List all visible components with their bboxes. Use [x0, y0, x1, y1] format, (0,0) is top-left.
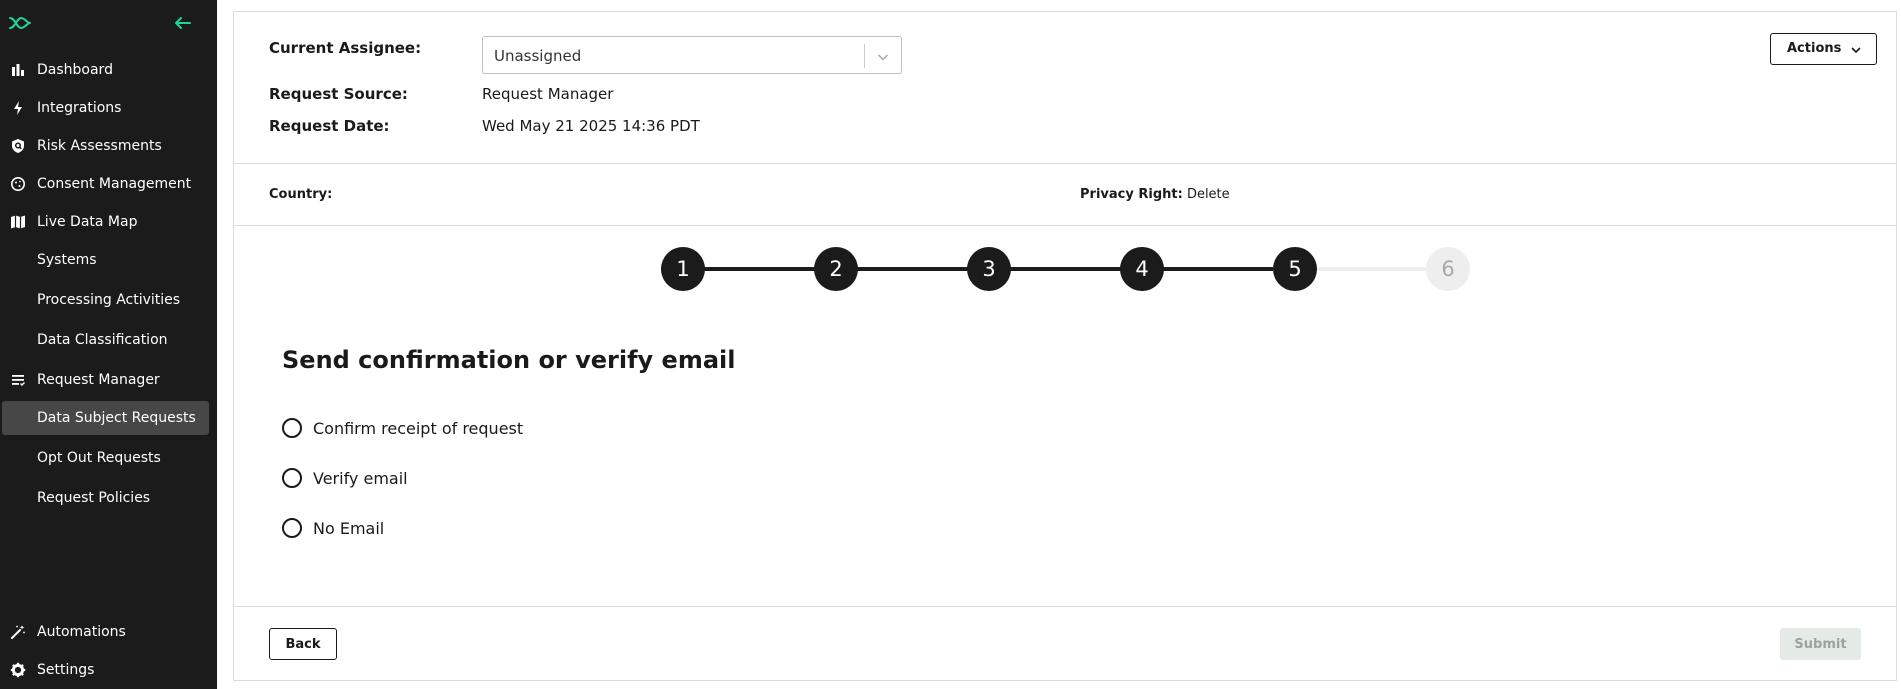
radio-label[interactable]: No Email	[313, 519, 384, 538]
sidebar-item-live-data-map[interactable]: Live Data Map	[0, 205, 217, 239]
form-footer: Back Submit	[234, 606, 1896, 680]
sidebar-item-label: Processing Activities	[37, 292, 181, 308]
sidebar-item-request-policies[interactable]: Request Policies	[0, 481, 217, 515]
sidebar-item-data-subject-requests[interactable]: Data Subject Requests	[2, 401, 209, 435]
sidebar-item-automations[interactable]: Automations	[0, 615, 217, 649]
map-icon	[10, 214, 26, 230]
request-source-value: Request Manager	[482, 85, 614, 103]
radio-label[interactable]: Confirm receipt of request	[313, 419, 523, 438]
request-date-value: Wed May 21 2025 14:36 PDT	[482, 117, 700, 135]
assignee-label: Current Assignee:	[269, 39, 422, 57]
arrow-left-icon[interactable]	[174, 15, 192, 31]
sidebar-item-opt-out-requests[interactable]: Opt Out Requests	[0, 441, 217, 475]
sidebar-item-settings[interactable]: Settings	[0, 653, 217, 687]
step-title: Send confirmation or verify email	[282, 346, 736, 374]
cookie-icon	[10, 176, 26, 192]
radio-button[interactable]	[282, 468, 302, 488]
sidebar-item-label: Opt Out Requests	[37, 450, 161, 466]
sidebar-header	[0, 0, 217, 46]
request-date-label: Request Date:	[269, 117, 390, 135]
request-header: Current Assignee: Unassigned Request Sou…	[234, 12, 1896, 164]
actions-button-label: Actions	[1787, 41, 1842, 56]
select-divider	[864, 44, 865, 68]
sidebar-item-label: Consent Management	[37, 176, 192, 192]
radio-button[interactable]	[282, 418, 302, 438]
radio-verify-email[interactable]: Verify email	[282, 466, 408, 490]
step-5: 5	[1273, 247, 1317, 291]
step-3: 3	[967, 247, 1011, 291]
lightning-icon	[10, 100, 26, 116]
privacy-right-label: Privacy Right:	[1080, 187, 1183, 202]
shield-search-icon	[10, 138, 26, 154]
radio-label[interactable]: Verify email	[313, 469, 408, 488]
request-source-label: Request Source:	[269, 85, 408, 103]
magic-wand-icon	[10, 624, 26, 640]
sidebar-item-label: Settings	[37, 662, 95, 678]
country-label: Country:	[269, 187, 333, 202]
sidebar-item-label: Request Manager	[37, 372, 160, 388]
sidebar-item-label: Data Classification	[37, 332, 168, 348]
app-logo-icon[interactable]	[9, 15, 31, 31]
radio-no-email[interactable]: No Email	[282, 516, 384, 540]
step-1: 1	[661, 247, 705, 291]
gear-icon	[10, 662, 26, 678]
sidebar-item-integrations[interactable]: Integrations	[0, 91, 217, 125]
sidebar-item-consent-management[interactable]: Consent Management	[0, 167, 217, 201]
sidebar-item-label: Data Subject Requests	[37, 410, 196, 426]
sidebar-item-risk-assessments[interactable]: Risk Assessments	[0, 129, 217, 163]
sidebar-item-label: Dashboard	[37, 62, 113, 78]
assignee-select[interactable]: Unassigned	[482, 36, 902, 74]
sidebar-item-data-classification[interactable]: Data Classification	[0, 323, 217, 357]
request-detail-panel: Current Assignee: Unassigned Request Sou…	[233, 11, 1897, 681]
sidebar-item-systems[interactable]: Systems	[0, 243, 217, 277]
sidebar-item-label: Integrations	[37, 100, 122, 116]
sidebar-item-label: Systems	[37, 252, 97, 268]
sidebar: Dashboard Integrations Risk Assessments …	[0, 0, 217, 689]
radio-button[interactable]	[282, 518, 302, 538]
sidebar-item-request-manager[interactable]: Request Manager	[0, 363, 217, 397]
submit-button[interactable]: Submit	[1780, 628, 1861, 660]
sidebar-item-label: Automations	[37, 624, 126, 640]
radio-confirm-receipt[interactable]: Confirm receipt of request	[282, 416, 523, 440]
actions-button[interactable]: Actions	[1770, 33, 1877, 65]
bar-chart-icon	[10, 62, 26, 78]
privacy-right-value: Delete	[1186, 187, 1230, 202]
sidebar-item-dashboard[interactable]: Dashboard	[0, 53, 217, 87]
sidebar-item-label: Request Policies	[37, 490, 151, 506]
step-4: 4	[1120, 247, 1164, 291]
back-button[interactable]: Back	[269, 628, 337, 660]
sidebar-item-label: Live Data Map	[37, 214, 138, 230]
list-icon	[10, 372, 26, 388]
chevron-down-icon[interactable]	[876, 49, 890, 63]
request-meta: Country: Privacy Right: Delete	[234, 164, 1896, 226]
progress-stepper: 1 2 3 4 5 6	[234, 226, 1896, 306]
privacy-right: Privacy Right: Delete	[1080, 187, 1230, 202]
chevron-down-icon	[1850, 44, 1862, 56]
sidebar-item-processing-activities[interactable]: Processing Activities	[0, 283, 217, 317]
sidebar-item-label: Risk Assessments	[37, 138, 162, 154]
assignee-select-value: Unassigned	[494, 47, 582, 65]
step-6: 6	[1426, 247, 1470, 291]
step-2: 2	[814, 247, 858, 291]
